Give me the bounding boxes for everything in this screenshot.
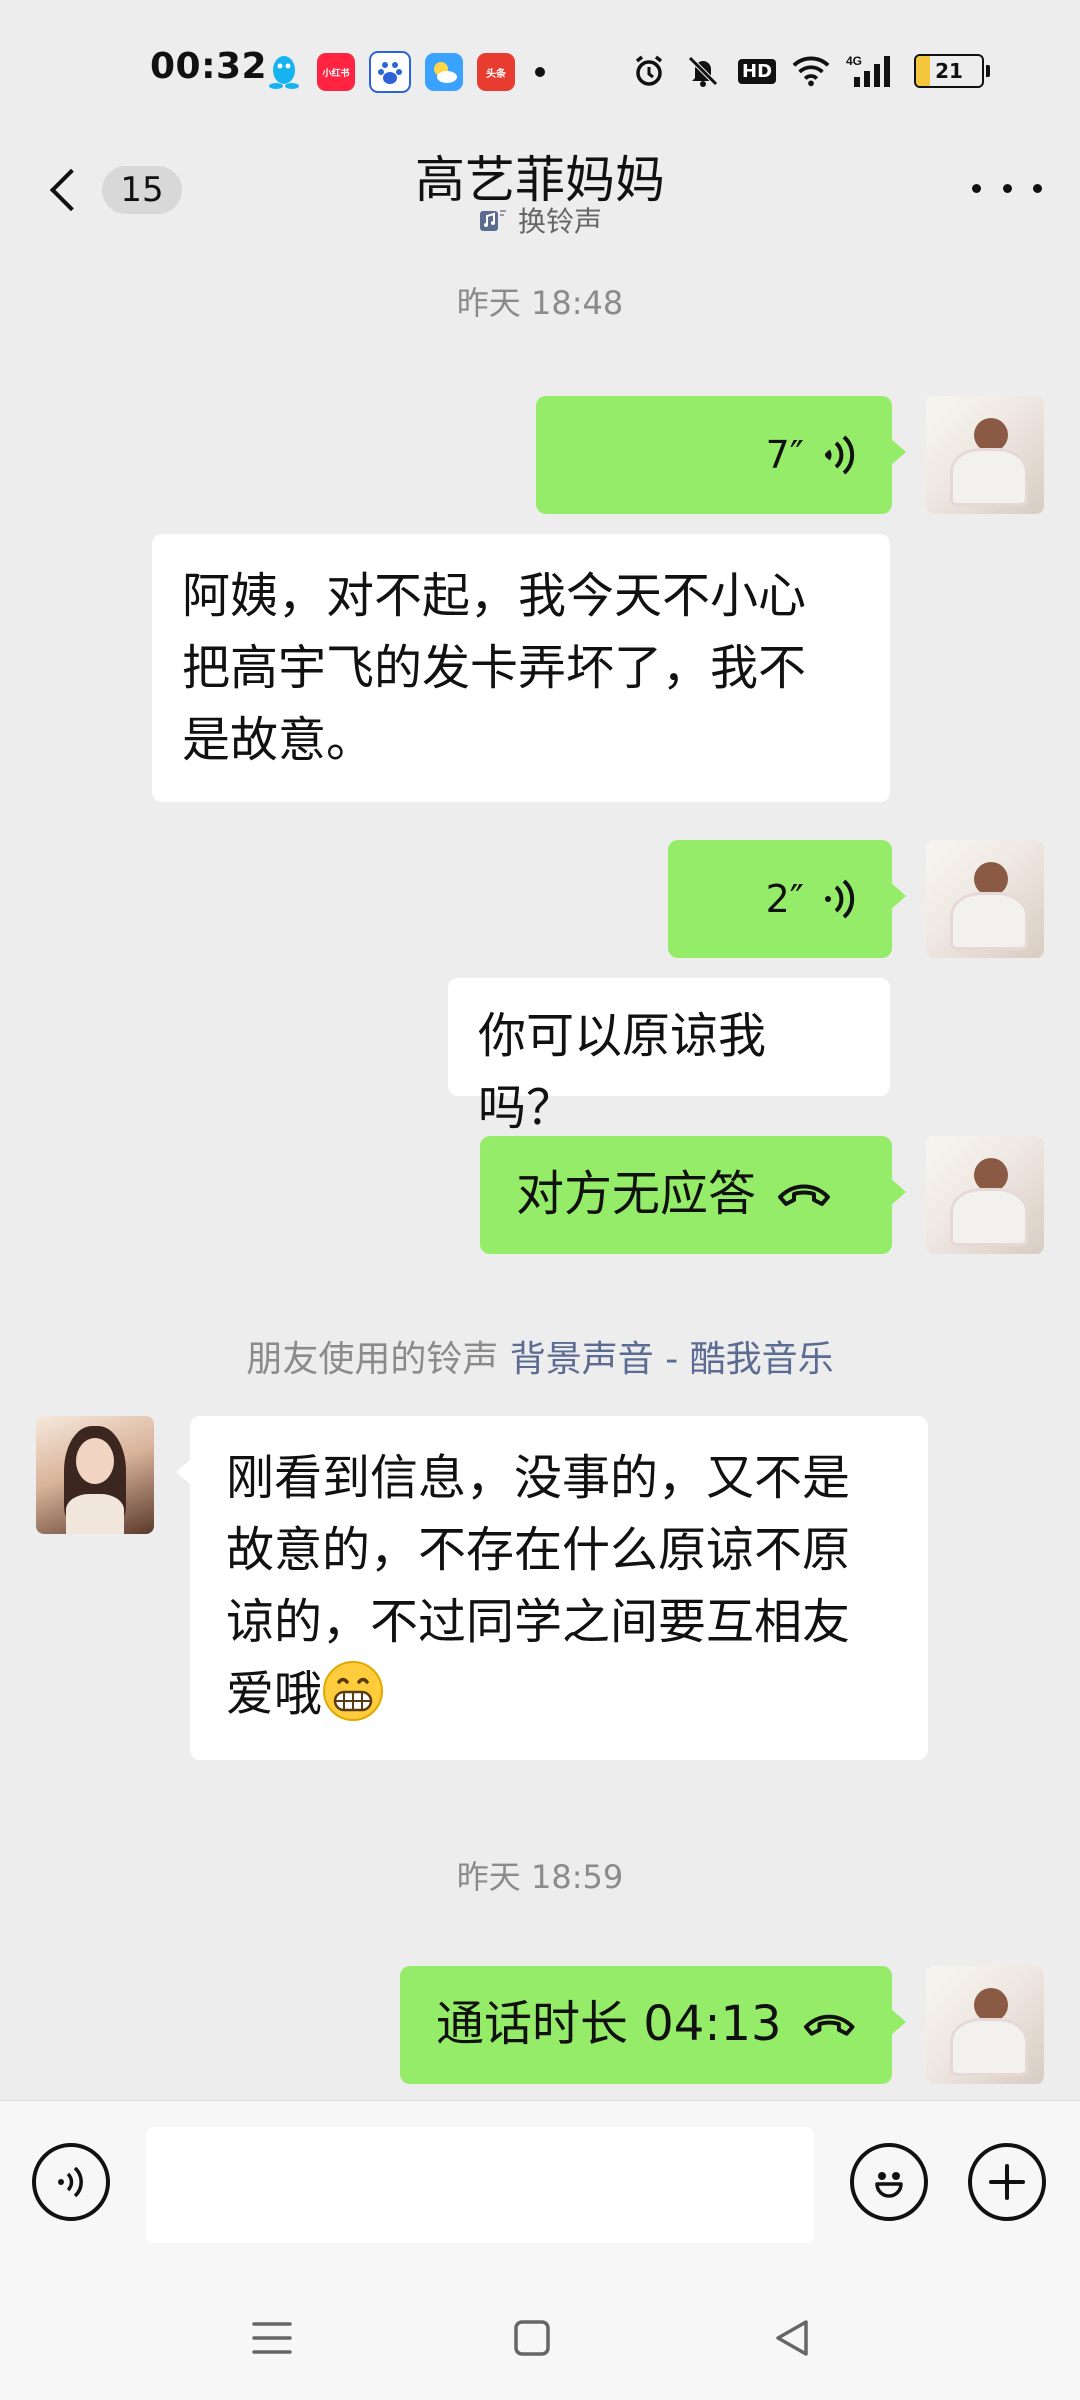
dot-icon	[1002, 183, 1012, 193]
ringtone-link[interactable]: 背景声音 - 酷我音乐	[510, 1339, 834, 1380]
battery-fill	[916, 56, 930, 86]
weather-icon	[425, 53, 463, 91]
notification-icons: 小红书 头条	[265, 51, 545, 93]
hd-icon: HD	[738, 52, 777, 90]
battery-icon: 21	[914, 54, 984, 88]
music-note-icon	[478, 205, 508, 235]
add-attachment-button[interactable]	[968, 2143, 1046, 2221]
voice-wave-icon	[58, 2166, 83, 2198]
message-line: 把高宇飞的发卡弄坏了，我不	[182, 640, 807, 696]
change-ringtone-link[interactable]: 换铃声	[0, 200, 1080, 240]
call-message[interactable]: 对方无应答	[480, 1136, 906, 1254]
toutiao-label: 头条	[486, 68, 506, 80]
message-line: 故意的，不存在什么原谅不原	[226, 1522, 851, 1578]
ringtone-notice: 朋友使用的铃声 背景声音 - 酷我音乐	[0, 1330, 1080, 1382]
message-line: 谅的，不过同学之间要互相友	[226, 1594, 851, 1650]
battery-level: 21	[935, 59, 963, 83]
my-avatar[interactable]	[926, 840, 1044, 958]
grinning-face-icon	[323, 1661, 384, 1721]
voice-duration: 7″	[765, 433, 804, 477]
voice-wave-icon	[825, 435, 855, 475]
triangle-back-icon	[776, 2320, 808, 2356]
call-duration-text: 通话时长 04:13	[436, 1996, 782, 2052]
more-options-button[interactable]	[972, 168, 1042, 208]
emoji-button[interactable]	[850, 2143, 928, 2221]
system-navigation-bar	[0, 2270, 1080, 2400]
call-status-text: 对方无应答	[516, 1166, 757, 1222]
plus-icon	[989, 2164, 1025, 2200]
home-nav-button[interactable]	[502, 2308, 562, 2368]
xiaohongshu-label: 小红书	[322, 68, 350, 79]
xiaohongshu-icon: 小红书	[317, 53, 355, 91]
phone-hangup-icon	[778, 1184, 831, 1206]
network-label: 4G	[846, 54, 862, 68]
timestamp: 昨天 18:59	[456, 1858, 624, 1896]
message-line: 阿姨，对不起，我今天不小心	[182, 568, 807, 624]
voice-input-button[interactable]	[32, 2143, 110, 2221]
phone-hangup-icon	[803, 2014, 855, 2036]
dot-icon	[1033, 183, 1042, 193]
more-notifications-dot	[535, 67, 545, 77]
voice-duration: 2″	[765, 877, 804, 921]
menu-nav-button[interactable]	[242, 2308, 302, 2368]
hd-label: HD	[738, 58, 777, 84]
my-avatar[interactable]	[926, 1966, 1044, 2084]
toutiao-icon: 头条	[477, 53, 515, 91]
timestamp: 昨天 18:48	[456, 284, 624, 322]
ringtone-label: 换铃声	[517, 205, 602, 238]
ringtone-notice-prefix: 朋友使用的铃声	[246, 1339, 510, 1380]
chat-header: 15 高艺菲妈妈 换铃声	[0, 140, 1080, 270]
voice-message[interactable]: 2″	[668, 840, 906, 958]
voice-message[interactable]: 7″	[536, 396, 906, 514]
back-nav-button[interactable]	[762, 2308, 822, 2368]
battery-tip	[986, 65, 990, 77]
alarm-icon	[630, 52, 668, 90]
input-bar	[0, 2100, 1080, 2271]
cellular-signal-icon: 4G	[846, 52, 898, 90]
status-time: 00:32	[150, 46, 268, 87]
message-line: 爱哦	[226, 1666, 323, 1722]
status-indicators: HD 4G 21	[630, 52, 990, 90]
qq-icon	[265, 53, 303, 91]
my-avatar[interactable]	[926, 1136, 1044, 1254]
message-input[interactable]	[146, 2127, 814, 2243]
menu-icon	[252, 2322, 292, 2354]
call-message[interactable]: 通话时长 04:13	[400, 1966, 906, 2084]
message-bubble[interactable]: 阿姨，对不起，我今天不小心 把高宇飞的发卡弄坏了，我不 是故意。	[152, 534, 890, 802]
message-text: 你可以原谅我吗？	[478, 1008, 767, 1136]
wifi-icon	[792, 52, 830, 90]
message-line: 是故意。	[182, 712, 375, 768]
voice-wave-icon	[825, 879, 855, 919]
mute-bell-icon	[684, 52, 722, 90]
message-line: 刚看到信息，没事的，又不是	[226, 1450, 851, 1506]
dot-icon	[972, 183, 981, 193]
square-home-icon	[514, 2320, 550, 2356]
my-avatar[interactable]	[926, 396, 1044, 514]
smiley-icon	[875, 2172, 903, 2198]
baidu-icon	[369, 51, 411, 93]
message-bubble[interactable]: 刚看到信息，没事的，又不是 故意的，不存在什么原谅不原 谅的，不过同学之间要互相…	[176, 1416, 928, 1760]
message-bubble[interactable]: 你可以原谅我吗？	[448, 978, 890, 1136]
status-bar: 00:32 小红书 头条 HD 4G 21	[0, 0, 1080, 140]
contact-avatar[interactable]	[36, 1416, 154, 1534]
